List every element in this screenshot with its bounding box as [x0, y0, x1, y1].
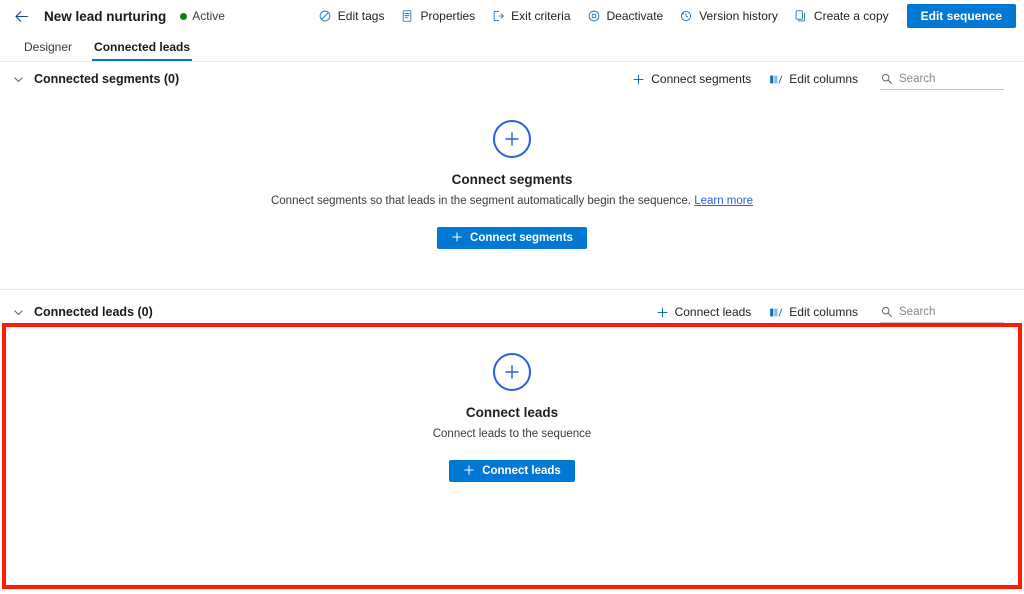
- edit-columns-action-leads[interactable]: Edit columns: [761, 300, 866, 324]
- search-leads[interactable]: [880, 301, 1004, 323]
- plus-icon: [656, 306, 669, 319]
- create-a-copy-label: Create a copy: [813, 9, 889, 23]
- search-segments-input[interactable]: [899, 72, 1002, 85]
- tab-bar: Designer Connected leads: [0, 32, 1024, 62]
- connect-leads-empty-title: Connect leads: [465, 405, 559, 420]
- stop-circle-icon: [587, 9, 601, 23]
- connected-leads-body: Connect leads Connect leads to the seque…: [0, 329, 1024, 512]
- plus-circle-icon: [493, 353, 531, 391]
- tag-icon: [318, 9, 332, 23]
- tab-connected-leads-label: Connected leads: [94, 40, 191, 54]
- history-clock-icon: [679, 9, 693, 23]
- search-icon: [880, 305, 893, 318]
- properties-button[interactable]: Properties: [392, 4, 483, 28]
- top-command-bar: New lead nurturing Active Edit tags Prop…: [0, 0, 1024, 32]
- tab-designer-label: Designer: [24, 40, 73, 54]
- connect-segments-action-label: Connect segments: [651, 72, 752, 86]
- connected-segments-actions: Connect segments Edit columns: [624, 67, 1004, 91]
- connected-leads-section: Connected leads (0) Connect leads Edit c…: [0, 295, 1024, 512]
- deactivate-button[interactable]: Deactivate: [579, 4, 672, 28]
- search-icon: [880, 72, 893, 85]
- connect-segments-button[interactable]: Connect segments: [437, 227, 587, 249]
- connect-leads-empty-description: Connect leads to the sequence: [432, 428, 592, 440]
- edit-columns-action-leads-label: Edit columns: [789, 305, 858, 319]
- document-properties-icon: [400, 9, 414, 23]
- version-history-label: Version history: [699, 9, 778, 23]
- connect-segments-empty-title: Connect segments: [451, 172, 573, 187]
- plus-icon: [463, 464, 475, 479]
- edit-columns-action-segments-label: Edit columns: [789, 72, 858, 86]
- chevron-down-icon[interactable]: [6, 67, 30, 91]
- version-history-button[interactable]: Version history: [671, 4, 786, 28]
- connect-leads-action-label: Connect leads: [674, 305, 752, 319]
- learn-more-link[interactable]: Learn more: [694, 195, 753, 207]
- connected-leads-actions: Connect leads Edit columns: [648, 300, 1004, 324]
- plus-icon: [632, 73, 645, 86]
- connect-segments-empty-description-text: Connect segments so that leads in the se…: [270, 195, 691, 207]
- section-divider: [0, 289, 1024, 290]
- connect-leads-button-label: Connect leads: [482, 465, 561, 477]
- chevron-down-icon[interactable]: [6, 300, 30, 324]
- connect-leads-empty-state: Connect leads Connect leads to the seque…: [0, 353, 1024, 482]
- connect-segments-empty-state: Connect segments Connect segments so tha…: [0, 120, 1024, 249]
- tab-connected-leads[interactable]: Connected leads: [84, 36, 200, 61]
- copy-pages-icon: [794, 9, 808, 23]
- connect-segments-action[interactable]: Connect segments: [624, 67, 759, 91]
- exit-criteria-label: Exit criteria: [511, 9, 571, 23]
- command-bar-actions: Edit tags Properties Exit criteria Deact…: [310, 4, 1016, 28]
- status-dot-icon: [180, 12, 188, 20]
- connected-segments-header: Connected segments (0) Connect segments: [0, 62, 1024, 96]
- page-title: New lead nurturing: [44, 8, 167, 24]
- back-arrow-icon[interactable]: [10, 5, 32, 27]
- edit-columns-icon: [769, 306, 783, 319]
- plus-circle-icon: [493, 120, 531, 158]
- edit-sequence-button[interactable]: Edit sequence: [906, 4, 1016, 28]
- edit-columns-action-segments[interactable]: Edit columns: [761, 67, 866, 91]
- connect-leads-action[interactable]: Connect leads: [648, 300, 760, 324]
- connect-segments-empty-description: Connect segments so that leads in the se…: [271, 195, 753, 207]
- search-segments[interactable]: [880, 68, 1004, 90]
- exit-criteria-button[interactable]: Exit criteria: [483, 4, 578, 28]
- deactivate-label: Deactivate: [606, 9, 664, 23]
- status-badge: Active: [180, 9, 225, 23]
- edit-tags-label: Edit tags: [337, 9, 385, 23]
- create-a-copy-button[interactable]: Create a copy: [786, 4, 897, 28]
- status-label: Active: [192, 9, 225, 23]
- connected-segments-title: Connected segments (0): [34, 72, 180, 86]
- connect-segments-button-label: Connect segments: [470, 232, 573, 244]
- plus-icon: [451, 231, 463, 246]
- connected-segments-section: Connected segments (0) Connect segments: [0, 62, 1024, 290]
- tab-designer[interactable]: Designer: [14, 36, 82, 61]
- properties-label: Properties: [420, 9, 476, 23]
- connect-leads-button[interactable]: Connect leads: [449, 460, 575, 482]
- exit-icon: [491, 9, 505, 23]
- edit-columns-icon: [769, 73, 783, 86]
- connected-leads-header: Connected leads (0) Connect leads Edit c…: [0, 295, 1024, 329]
- connected-leads-title: Connected leads (0): [34, 305, 153, 319]
- connected-segments-body: Connect segments Connect segments so tha…: [0, 96, 1024, 289]
- edit-tags-button[interactable]: Edit tags: [310, 4, 393, 28]
- search-leads-input[interactable]: [899, 305, 1002, 318]
